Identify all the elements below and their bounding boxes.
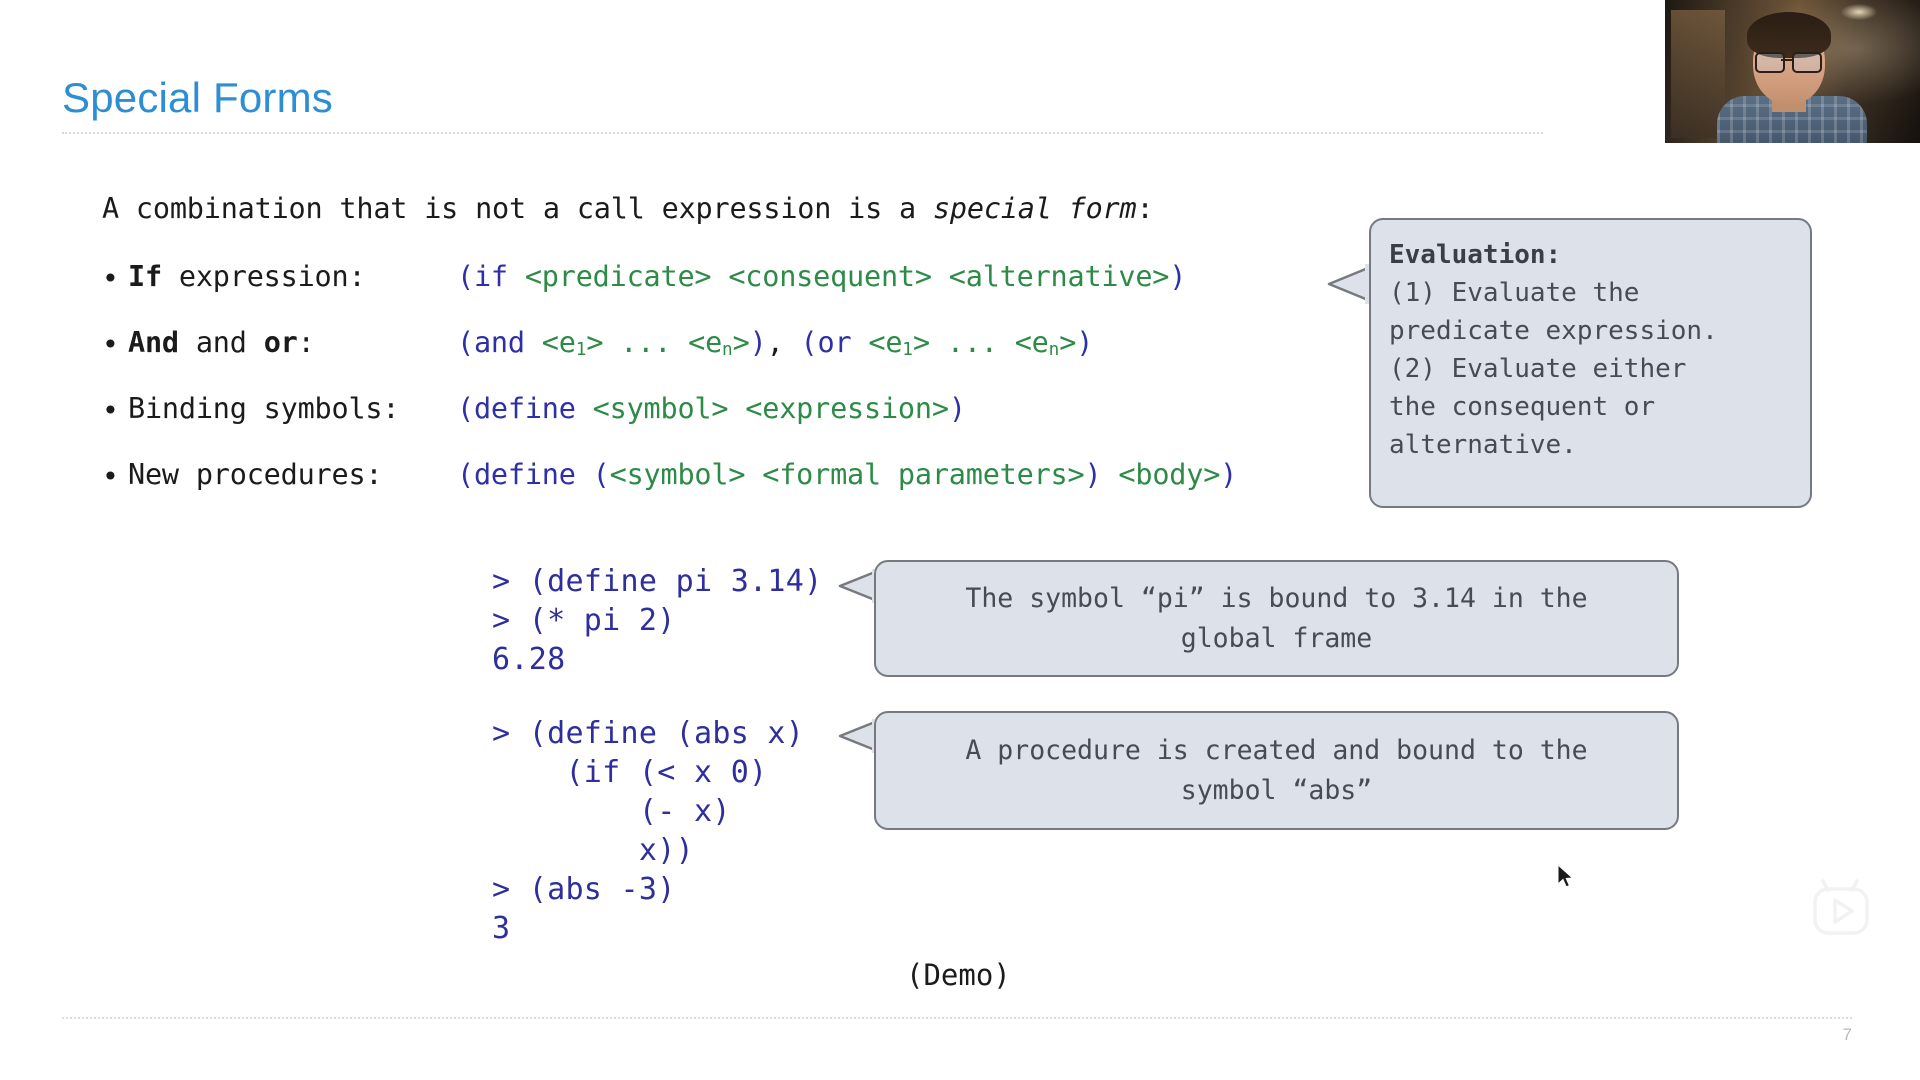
- list-item-label-bold: And: [128, 326, 179, 359]
- code-and-open: (and: [457, 326, 542, 359]
- repl-line: (if (< x 0): [492, 755, 768, 790]
- demo-label: (Demo): [906, 958, 1011, 992]
- code-e-ellipsis: > ... <e: [586, 326, 723, 359]
- webcam-lamp: [1841, 4, 1877, 20]
- code-e-last: >: [732, 326, 750, 359]
- code-or-close: ): [1076, 326, 1094, 359]
- code-separator: ,: [766, 326, 801, 359]
- code-close-paren: ): [1169, 260, 1187, 293]
- code-close-paren-2: ): [1220, 458, 1238, 491]
- callout-line: A procedure is created and bound to the: [965, 734, 1588, 766]
- page-number: 7: [1842, 1025, 1852, 1044]
- callout-line: the consequent or: [1389, 392, 1656, 422]
- glasses-right-lens: [1792, 52, 1822, 73]
- title-divider: [62, 132, 1543, 134]
- list-item-label-bold2: or: [263, 326, 298, 359]
- glasses-bridge: [1781, 59, 1792, 61]
- callout-tail-evaluation: [1327, 264, 1375, 304]
- bullet-dot-icon: •: [102, 328, 119, 361]
- code-subscript-n: n: [1048, 339, 1060, 360]
- page-title: Special Forms: [62, 74, 334, 121]
- code-e-ellipsis: > ... <e: [912, 326, 1049, 359]
- repl-line: > (abs -3): [492, 872, 676, 907]
- code-open-paren: (define (: [457, 458, 610, 491]
- repl-line: 3: [492, 911, 511, 946]
- code-e-last: >: [1059, 326, 1077, 359]
- list-item-label-rest: :: [297, 326, 315, 359]
- code-subscript-1: 1: [575, 339, 587, 360]
- intro-emphasis: special form: [932, 192, 1137, 225]
- code-or-args: <e1> ... <en>: [868, 326, 1077, 360]
- list-item-label-mid: and: [178, 326, 264, 359]
- repl-line: > (define (abs x): [492, 716, 805, 751]
- code-subscript-1: 1: [902, 339, 913, 360]
- callout-line: (1) Evaluate the: [1389, 278, 1640, 308]
- slide-canvas: Special Forms A combination that is not …: [0, 0, 1920, 1080]
- list-item-label-rest: expression:: [161, 260, 366, 293]
- list-item-label-bold: If: [128, 260, 162, 293]
- repl-line: x)): [492, 833, 694, 868]
- list-item-label: Binding symbols:: [128, 392, 400, 425]
- callout-evaluation: Evaluation: (1) Evaluate the predicate e…: [1369, 218, 1812, 508]
- bullet-dot-icon: •: [102, 394, 119, 427]
- repl-line: 6.28: [492, 642, 566, 677]
- list-item-label: And and or:: [128, 326, 315, 359]
- list-item-label: If expression:: [128, 260, 366, 293]
- code-e-first: <e: [868, 326, 903, 359]
- glasses-left-lens: [1755, 52, 1785, 73]
- code-e-first: <e: [541, 326, 576, 359]
- callout-line: alternative.: [1389, 430, 1577, 460]
- code-placeholders: <symbol> <formal parameters>: [609, 458, 1085, 491]
- code-and-close: ): [749, 326, 767, 359]
- code-or-open: (or: [800, 326, 869, 359]
- code-placeholders: <predicate> <consequent> <alternative>: [524, 260, 1170, 293]
- list-item-code: (if <predicate> <consequent> <alternativ…: [457, 260, 1186, 293]
- code-open-paren: (if: [457, 260, 525, 293]
- repl-transcript-abs: > (define (abs x) (if (< x 0) (- x) x)) >…: [492, 714, 804, 948]
- intro-text-after: :: [1136, 192, 1154, 225]
- callout-line: global frame: [1180, 622, 1373, 654]
- list-item-code: (define (<symbol> <formal parameters>) <…: [457, 458, 1237, 491]
- callout-line: symbol “abs”: [1180, 774, 1373, 806]
- code-open-paren: (define: [457, 392, 593, 425]
- callout-pi-binding: The symbol “pi” is bound to 3.14 in the …: [874, 560, 1679, 677]
- mouse-cursor-icon: [1557, 864, 1574, 888]
- code-close-paren: ): [1084, 458, 1119, 491]
- list-item-code: (and <e1> ... <en>), (or <e1> ... <en>): [457, 326, 1093, 360]
- code-and-args: <e1> ... <en>: [541, 326, 750, 360]
- bullet-dot-icon: •: [102, 262, 119, 295]
- callout-line: The symbol “pi” is bound to 3.14 in the: [965, 582, 1588, 614]
- repl-transcript-pi: > (define pi 3.14) > (* pi 2) 6.28: [492, 562, 823, 679]
- code-subscript-n: n: [722, 339, 733, 360]
- list-item-code: (define <symbol> <expression>): [457, 392, 966, 425]
- code-close-paren: ): [948, 392, 966, 425]
- bullet-dot-icon: •: [102, 460, 119, 493]
- intro-text-before: A combination that is not a call express…: [102, 192, 933, 225]
- repl-line: (- x): [492, 794, 731, 829]
- repl-line: > (* pi 2): [492, 603, 676, 638]
- code-placeholders: <symbol> <expression>: [592, 392, 949, 425]
- repl-line: > (define pi 3.14): [492, 564, 823, 599]
- callout-line: (2) Evaluate either: [1389, 354, 1687, 384]
- code-body-placeholder: <body>: [1118, 458, 1221, 491]
- presenter-webcam-overlay[interactable]: [1665, 0, 1920, 143]
- callout-line: predicate expression.: [1389, 316, 1718, 346]
- play-button-icon[interactable]: [1804, 878, 1878, 942]
- intro-sentence: A combination that is not a call express…: [102, 192, 1154, 225]
- callout-heading: Evaluation:: [1389, 240, 1562, 270]
- callout-abs-procedure: A procedure is created and bound to the …: [874, 711, 1679, 830]
- list-item-label: New procedures:: [128, 458, 383, 491]
- footer-divider: [62, 1017, 1852, 1019]
